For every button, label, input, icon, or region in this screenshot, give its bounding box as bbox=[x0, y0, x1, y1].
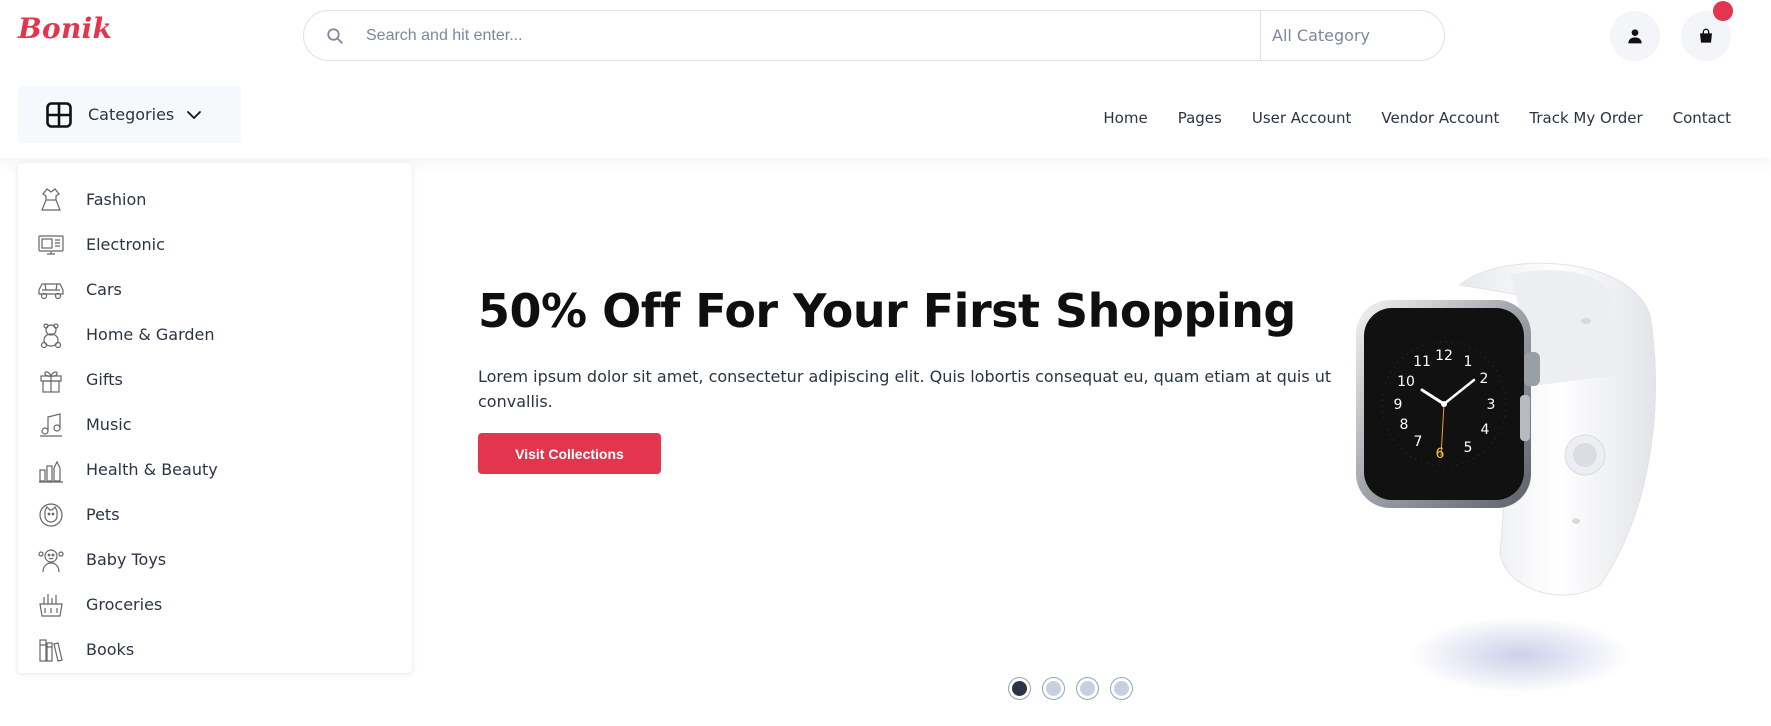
category-label: Groceries bbox=[86, 595, 163, 614]
grid-icon bbox=[46, 101, 72, 128]
category-item-music[interactable]: Music bbox=[18, 402, 412, 447]
category-item-fashion[interactable]: Fashion bbox=[18, 177, 412, 222]
baby-icon bbox=[36, 545, 66, 575]
user-account-button[interactable] bbox=[1610, 11, 1660, 61]
cart-count-badge bbox=[1713, 1, 1733, 21]
svg-text:9: 9 bbox=[1394, 397, 1403, 413]
category-label: Books bbox=[86, 640, 135, 659]
category-label: Gifts bbox=[86, 370, 123, 389]
svg-text:10: 10 bbox=[1397, 374, 1415, 390]
category-label: Pets bbox=[86, 505, 120, 524]
grocery-basket-icon bbox=[36, 590, 66, 620]
search-icon[interactable] bbox=[304, 11, 366, 60]
monitor-icon bbox=[36, 230, 66, 260]
nav-contact[interactable]: Contact bbox=[1673, 109, 1731, 127]
category-item-cars[interactable]: Cars bbox=[18, 267, 412, 312]
category-label: Baby Toys bbox=[86, 550, 167, 569]
svg-text:6: 6 bbox=[1436, 446, 1445, 462]
carousel-dot[interactable] bbox=[1008, 677, 1031, 700]
nav-track-my-order[interactable]: Track My Order bbox=[1529, 109, 1642, 127]
svg-text:2: 2 bbox=[1480, 371, 1489, 387]
teddy-bear-icon bbox=[36, 320, 66, 350]
brand-logo[interactable]: Bonik bbox=[18, 12, 112, 45]
category-label: Fashion bbox=[86, 190, 147, 209]
svg-text:8: 8 bbox=[1400, 417, 1409, 433]
site-header: Bonik All Category Categories bbox=[0, 0, 1771, 158]
dress-icon bbox=[36, 185, 66, 215]
main-nav: Home Pages User Account Vendor Account T… bbox=[1103, 109, 1731, 127]
categories-button[interactable]: Categories bbox=[18, 86, 241, 143]
category-item-gifts[interactable]: Gifts bbox=[18, 357, 412, 402]
category-item-health-beauty[interactable]: Health & Beauty bbox=[18, 447, 412, 492]
cosmetics-icon bbox=[36, 455, 66, 485]
music-icon bbox=[36, 410, 66, 440]
gift-icon bbox=[36, 365, 66, 395]
search-category-select[interactable]: All Category bbox=[1260, 11, 1444, 60]
svg-text:4: 4 bbox=[1481, 422, 1490, 438]
svg-text:7: 7 bbox=[1414, 434, 1423, 450]
category-label: Cars bbox=[86, 280, 122, 299]
carousel-dot[interactable] bbox=[1110, 677, 1133, 700]
chevron-down-icon bbox=[186, 110, 202, 120]
svg-text:11: 11 bbox=[1413, 354, 1431, 370]
category-item-books[interactable]: Books bbox=[18, 627, 412, 672]
carousel-dot[interactable] bbox=[1042, 677, 1065, 700]
category-label: Home & Garden bbox=[86, 325, 215, 344]
categories-button-label: Categories bbox=[88, 105, 175, 124]
svg-text:5: 5 bbox=[1464, 440, 1473, 456]
user-icon bbox=[1628, 29, 1642, 44]
category-label: Health & Beauty bbox=[86, 460, 218, 479]
nav-user-account[interactable]: User Account bbox=[1252, 109, 1352, 127]
category-item-groceries[interactable]: Groceries bbox=[18, 582, 412, 627]
carousel-dot[interactable] bbox=[1076, 677, 1099, 700]
shopping-bag-icon bbox=[1700, 28, 1712, 43]
search-bar: All Category bbox=[303, 10, 1445, 61]
hero-title: 50% Off For Your First Shopping bbox=[478, 284, 1296, 338]
category-menu: Fashion Electronic Cars Home & Garden Gi… bbox=[18, 163, 412, 673]
svg-text:12: 12 bbox=[1435, 348, 1453, 364]
category-item-home-garden[interactable]: Home & Garden bbox=[18, 312, 412, 357]
smartwatch-image: 12 1 2 3 4 5 6 7 8 9 10 11 bbox=[1356, 262, 1657, 693]
search-input[interactable] bbox=[366, 11, 1260, 60]
books-icon bbox=[36, 635, 66, 665]
category-label: Electronic bbox=[86, 235, 165, 254]
category-item-electronic[interactable]: Electronic bbox=[18, 222, 412, 267]
car-icon bbox=[36, 275, 66, 305]
pet-icon bbox=[36, 500, 66, 530]
svg-text:1: 1 bbox=[1464, 354, 1473, 370]
svg-text:3: 3 bbox=[1487, 397, 1496, 413]
cart-button[interactable] bbox=[1681, 1, 1733, 61]
category-item-baby-toys[interactable]: Baby Toys bbox=[18, 537, 412, 582]
visit-collections-button[interactable]: Visit Collections bbox=[478, 433, 661, 474]
hero-description: Lorem ipsum dolor sit amet, consectetur … bbox=[478, 367, 1332, 411]
nav-home[interactable]: Home bbox=[1103, 109, 1147, 127]
carousel-dots bbox=[1008, 677, 1133, 700]
nav-pages[interactable]: Pages bbox=[1178, 109, 1222, 127]
category-label: Music bbox=[86, 415, 132, 434]
category-item-pets[interactable]: Pets bbox=[18, 492, 412, 537]
nav-vendor-account[interactable]: Vendor Account bbox=[1381, 109, 1499, 127]
